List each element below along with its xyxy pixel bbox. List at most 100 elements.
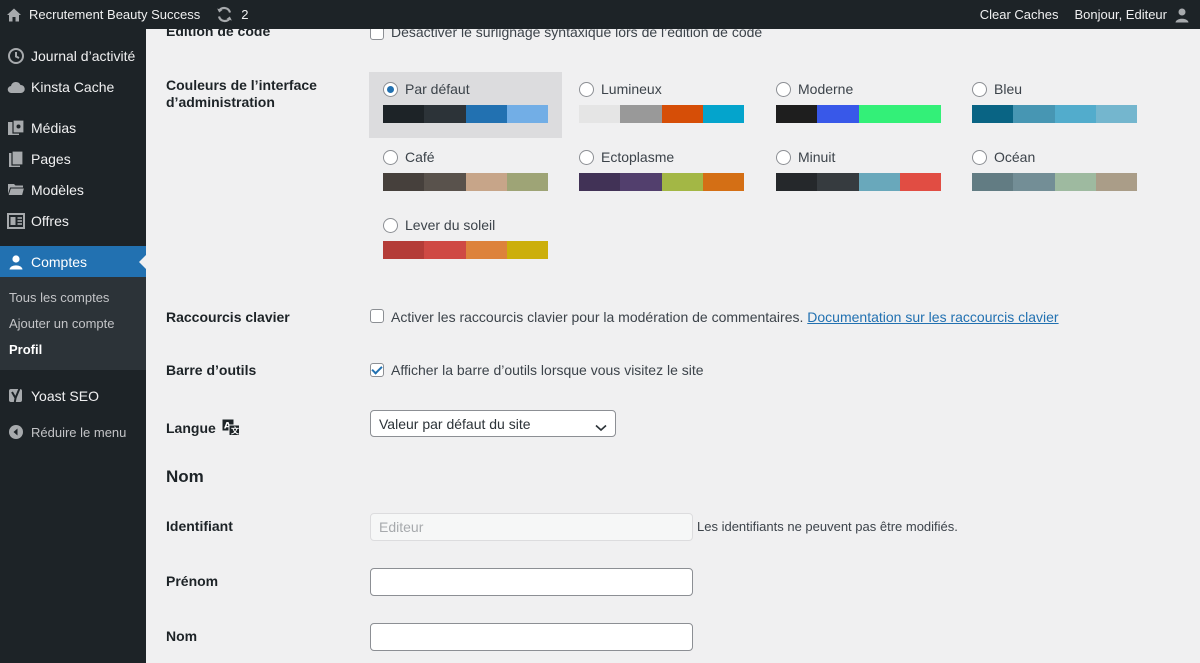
sidebar-item-media[interactable]: Médias <box>0 112 146 143</box>
color-scheme-option[interactable]: Café <box>369 140 562 206</box>
keyboard-shortcuts-doc-link[interactable]: Documentation sur les raccourcis clavier <box>807 309 1058 325</box>
color-swatch <box>899 105 941 123</box>
collapse-menu-button[interactable]: Réduire le menu <box>0 415 146 449</box>
sidebar-item-kinsta-cache[interactable]: Kinsta Cache <box>0 71 146 102</box>
color-scheme-name: Par défaut <box>405 81 470 97</box>
color-scheme-option[interactable]: Moderne <box>762 72 955 138</box>
color-swatch <box>620 173 662 191</box>
sidebar-item-label: Pages <box>31 150 71 167</box>
color-swatch <box>1054 105 1096 123</box>
folder-icon <box>6 180 26 200</box>
color-scheme-option[interactable]: Océan <box>958 140 1151 206</box>
sidebar-item-label: Modèles <box>31 181 84 198</box>
show-toolbar-label: Afficher la barre d’outils lorsque vous … <box>391 362 704 378</box>
color-scheme-option[interactable]: Lever du soleil <box>369 208 562 274</box>
color-scheme-radio[interactable] <box>972 150 987 165</box>
color-scheme-swatches <box>776 173 941 191</box>
sidebar-item-label: Médias <box>31 119 77 136</box>
sidebar-item-offers[interactable]: Offres <box>0 205 146 236</box>
color-swatch <box>858 105 900 123</box>
color-scheme-name: Moderne <box>798 81 854 97</box>
clear-caches-button[interactable]: Clear Caches <box>973 0 1067 29</box>
firstname-label: Prénom <box>166 573 219 589</box>
syntax-highlight-checkbox[interactable] <box>370 29 384 40</box>
sidebar-item-label: Kinsta Cache <box>31 78 115 95</box>
sidebar-item-yoast-seo[interactable]: Yoast SEO <box>0 380 146 411</box>
color-swatch <box>383 173 425 191</box>
color-scheme-radio[interactable] <box>776 82 791 97</box>
color-swatch <box>506 173 548 191</box>
sidebar-item-templates[interactable]: Modèles <box>0 174 146 205</box>
syntax-highlight-label: Désactiver le surlignage syntaxique lors… <box>391 29 763 40</box>
sidebar-item-accounts[interactable]: Comptes <box>0 246 146 277</box>
submenu-add-account[interactable]: Ajouter un compte <box>0 310 146 336</box>
admin-bar: Recrutement Beauty Success 2 Clear Cache… <box>0 0 1200 29</box>
color-swatch <box>899 173 941 191</box>
language-select[interactable]: Valeur par défaut du site <box>370 410 616 437</box>
color-scheme-radio[interactable] <box>383 82 398 97</box>
color-swatch <box>383 105 425 123</box>
yoast-icon <box>6 386 26 406</box>
color-swatch <box>661 105 703 123</box>
color-scheme-option[interactable]: Minuit <box>762 140 955 206</box>
color-swatch <box>1013 173 1055 191</box>
keyboard-shortcuts-text: Activer les raccourcis clavier pour la m… <box>391 309 1059 325</box>
color-swatch <box>620 105 662 123</box>
collapse-menu-label: Réduire le menu <box>31 424 127 440</box>
color-scheme-radio[interactable] <box>972 82 987 97</box>
color-swatch <box>383 241 425 259</box>
submenu-profile[interactable]: Profil <box>0 336 146 362</box>
color-scheme-option[interactable]: Bleu <box>958 72 1151 138</box>
my-account-menu[interactable]: Bonjour, Editeur <box>1066 0 1200 29</box>
color-scheme-label-line2: d’administration <box>166 94 275 110</box>
keyboard-shortcuts-checkbox-label: Activer les raccourcis clavier pour la m… <box>391 309 804 325</box>
color-swatch <box>1095 105 1137 123</box>
submenu-all-accounts[interactable]: Tous les comptes <box>0 284 146 310</box>
color-scheme-swatches <box>776 105 941 123</box>
keyboard-shortcuts-label: Raccourcis clavier <box>166 309 290 325</box>
color-scheme-option[interactable]: Par défaut <box>369 72 562 138</box>
color-swatch <box>1095 173 1137 191</box>
color-scheme-option[interactable]: Ectoplasme <box>565 140 758 206</box>
color-scheme-radio[interactable] <box>383 150 398 165</box>
color-scheme-swatches <box>383 241 548 259</box>
keyboard-shortcuts-checkbox[interactable] <box>370 309 384 323</box>
color-swatch <box>1013 105 1055 123</box>
color-scheme-name: Minuit <box>798 149 836 165</box>
color-swatch <box>702 173 744 191</box>
color-scheme-radio[interactable] <box>383 218 398 233</box>
lastname-field[interactable] <box>370 623 693 651</box>
color-scheme-radio[interactable] <box>776 150 791 165</box>
name-section-heading: Nom <box>166 467 204 486</box>
sidebar-item-label: Journal d’activité <box>31 47 136 64</box>
cloud-icon <box>6 77 26 97</box>
color-scheme-swatches <box>579 173 744 191</box>
toolbar-label: Barre d’outils <box>166 362 257 378</box>
color-scheme-name: Océan <box>994 149 1036 165</box>
color-scheme-name: Lever du soleil <box>405 217 496 233</box>
home-icon <box>6 7 22 23</box>
color-scheme-radio[interactable] <box>579 150 594 165</box>
lastname-label: Nom <box>166 628 198 644</box>
accounts-submenu: Tous les comptes Ajouter un compte Profi… <box>0 277 146 370</box>
sidebar-item-label: Offres <box>31 212 69 229</box>
show-toolbar-checkbox[interactable] <box>370 363 384 377</box>
username-description: Les identifiants ne peuvent pas être mod… <box>697 519 958 534</box>
color-swatch <box>702 105 744 123</box>
sidebar-item-label: Comptes <box>31 253 88 270</box>
color-scheme-radio[interactable] <box>579 82 594 97</box>
color-scheme-label: Couleurs de l’interface d’administration <box>166 77 317 111</box>
avatar <box>1174 7 1190 23</box>
sidebar-item-label: Yoast SEO <box>31 387 99 404</box>
site-home-link[interactable]: Recrutement Beauty Success <box>0 0 207 29</box>
color-scheme-swatches <box>972 173 1137 191</box>
color-swatch <box>465 105 507 123</box>
sidebar-item-pages[interactable]: Pages <box>0 143 146 174</box>
collapse-arrow-icon <box>6 422 26 442</box>
firstname-field[interactable] <box>370 568 693 596</box>
updates-link[interactable]: 2 <box>207 0 255 29</box>
username-field: Editeur <box>370 513 693 541</box>
svg-text:文: 文 <box>231 426 240 436</box>
sidebar-item-activity-log[interactable]: Journal d’activité <box>0 40 146 71</box>
color-scheme-option[interactable]: Lumineux <box>565 72 758 138</box>
